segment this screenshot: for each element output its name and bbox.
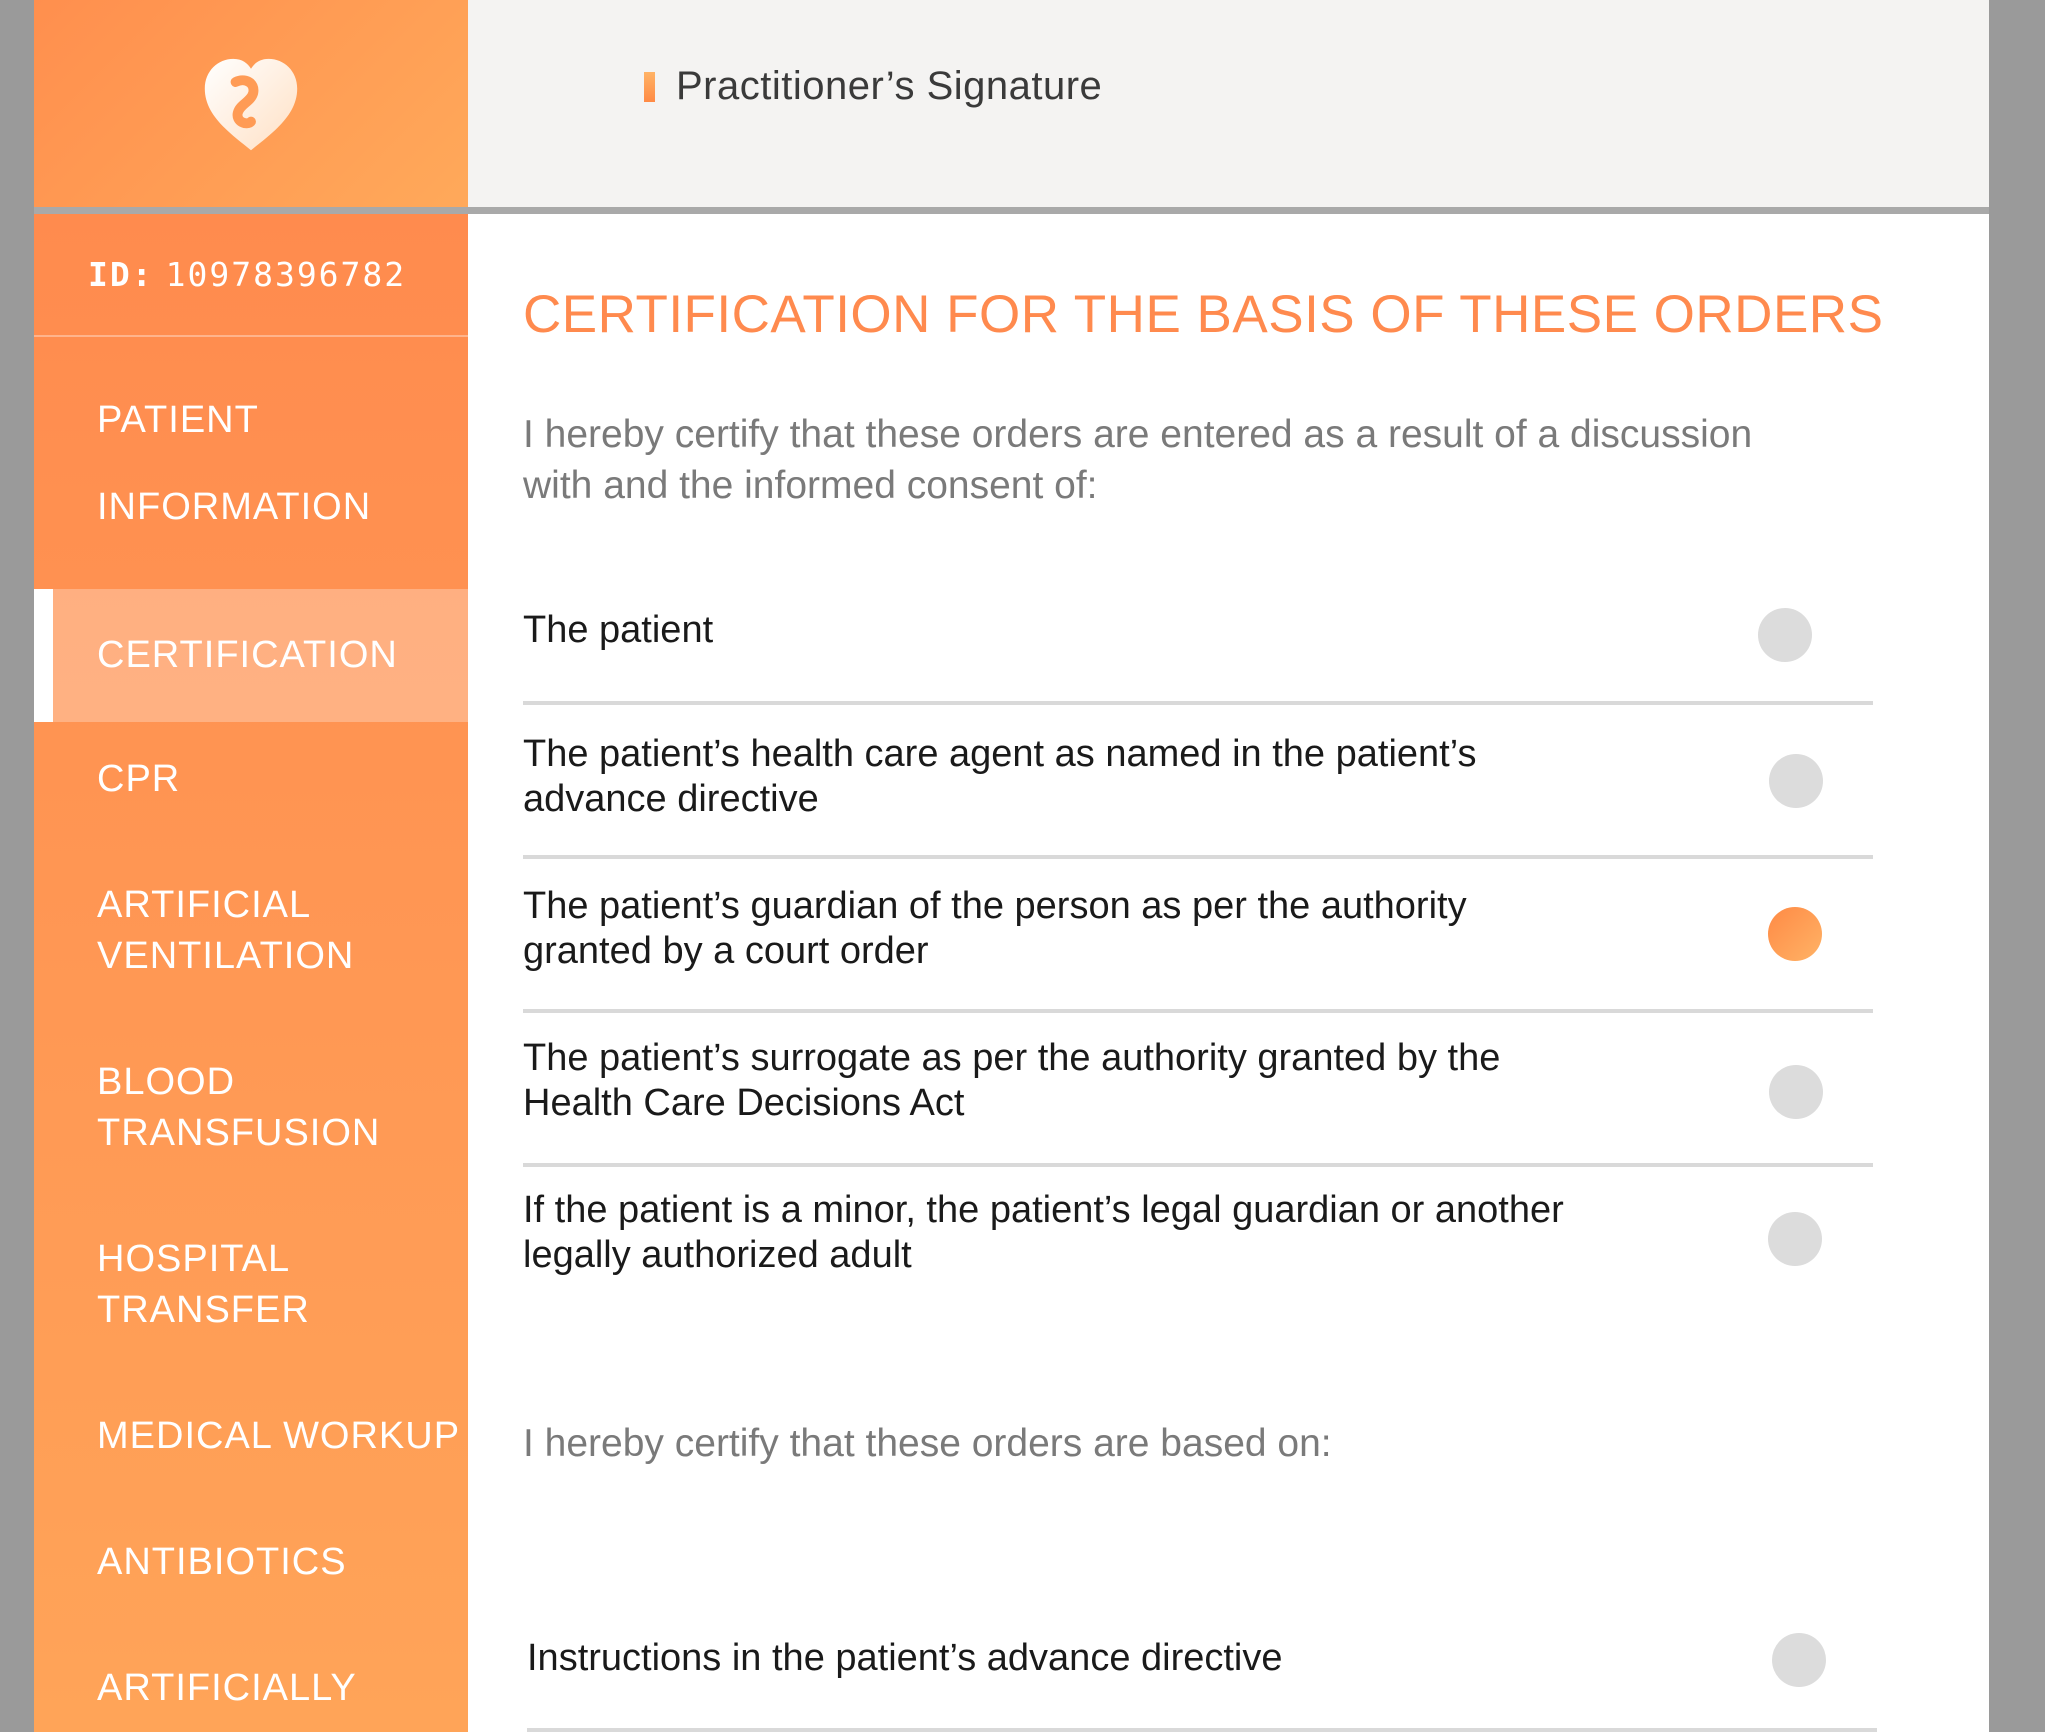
consent-intro: I hereby certify that these orders are e…: [523, 413, 1753, 507]
consent-option-minor-guardian[interactable]: If the patient is a minor, the patient’s…: [523, 1188, 1623, 1278]
sidebar-item-label: HOSPITAL TRANSFER: [97, 1237, 310, 1331]
top-bar: Practitioner’s Signature: [468, 0, 1989, 207]
sidebar: ID: 10978396782 PATIENT INFORMATION CERT…: [34, 214, 468, 1732]
consent-option-patient[interactable]: The patient: [523, 608, 1873, 668]
consent-option-guardian[interactable]: The patient’s guardian of the person as …: [523, 884, 1523, 974]
radio-button[interactable]: [1769, 754, 1823, 808]
sidebar-item-antibiotics[interactable]: ANTIBIOTICS: [34, 1499, 468, 1625]
option-label: Instructions in the patient’s advance di…: [527, 1637, 1283, 1679]
patient-id-value: 10978396782: [165, 255, 407, 294]
sidebar-item-blood-transfusion[interactable]: BLOOD TRANSFUSION: [34, 1019, 468, 1196]
sidebar-item-information[interactable]: INFORMATION: [34, 463, 468, 589]
sidebar-item-label: MEDICAL WORKUP: [97, 1414, 461, 1457]
sidebar-item-label: CPR: [97, 757, 181, 800]
radio-button[interactable]: [1769, 1065, 1823, 1119]
breadcrumb-label: Practitioner’s Signature: [676, 64, 1103, 108]
basis-option-advance-directive[interactable]: Instructions in the patient’s advance di…: [527, 1636, 1877, 1681]
patient-id: ID: 10978396782: [34, 214, 468, 337]
sidebar-item-hospital-transfer[interactable]: HOSPITAL TRANSFER: [34, 1196, 468, 1373]
main-content: CERTIFICATION FOR THE BASIS OF THESE ORD…: [468, 214, 1989, 1732]
radio-button-selected[interactable]: [1768, 907, 1822, 961]
option-divider: [523, 855, 1873, 859]
sidebar-item-label: ARTIFICIAL VENTILATION: [97, 883, 355, 977]
sidebar-item-artificially[interactable]: ARTIFICIALLY: [34, 1625, 468, 1732]
option-divider: [523, 701, 1873, 705]
header-divider: [34, 207, 1989, 214]
option-divider: [523, 1009, 1873, 1013]
option-label: The patient: [523, 609, 714, 651]
option-label: The patient’s surrogate as per the autho…: [523, 1037, 1501, 1124]
radio-button[interactable]: [1758, 608, 1812, 662]
sidebar-item-label: BLOOD TRANSFUSION: [97, 1060, 381, 1154]
consent-option-surrogate[interactable]: The patient’s surrogate as per the autho…: [523, 1036, 1523, 1126]
sidebar-item-label: ARTIFICIALLY: [97, 1666, 357, 1709]
sidebar-item-label: CERTIFICATION: [97, 634, 398, 676]
consent-option-health-care-agent[interactable]: The patient’s health care agent as named…: [523, 732, 1523, 822]
sidebar-item-label: INFORMATION: [97, 485, 372, 528]
logo-area: [34, 0, 468, 207]
sidebar-item-patient[interactable]: PATIENT: [34, 337, 468, 463]
sidebar-item-certification[interactable]: CERTIFICATION: [34, 589, 468, 722]
option-divider: [527, 1728, 1877, 1732]
sidebar-item-cpr[interactable]: CPR: [34, 722, 468, 842]
radio-button[interactable]: [1768, 1212, 1822, 1266]
sidebar-item-artificial-ventilation[interactable]: ARTIFICIAL VENTILATION: [34, 842, 468, 1019]
option-label: If the patient is a minor, the patient’s…: [523, 1189, 1564, 1276]
option-label: The patient’s guardian of the person as …: [523, 885, 1467, 972]
sidebar-nav: PATIENT INFORMATION CERTIFICATION CPR AR…: [34, 337, 468, 1732]
heart-logo-icon: [204, 58, 298, 150]
option-label: The patient’s health care agent as named…: [523, 733, 1477, 820]
page-title: CERTIFICATION FOR THE BASIS OF THESE ORD…: [523, 285, 1884, 344]
sidebar-item-medical-workup[interactable]: MEDICAL WORKUP: [34, 1373, 468, 1499]
breadcrumb-marker: [644, 71, 655, 102]
radio-button[interactable]: [1772, 1633, 1826, 1687]
app-frame: Practitioner’s Signature ID: 10978396782…: [34, 0, 1989, 1732]
basis-intro: I hereby certify that these orders are b…: [523, 1422, 1332, 1465]
sidebar-item-label: ANTIBIOTICS: [97, 1540, 347, 1583]
patient-id-label: ID:: [88, 255, 154, 294]
breadcrumb[interactable]: Practitioner’s Signature: [644, 64, 1102, 109]
sidebar-item-label: PATIENT: [97, 398, 259, 441]
option-divider: [523, 1163, 1873, 1167]
